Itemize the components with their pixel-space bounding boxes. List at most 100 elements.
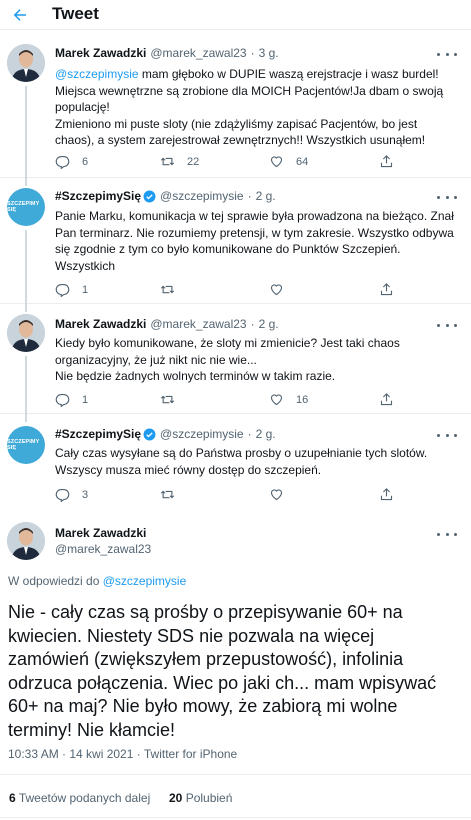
thread-line — [25, 356, 27, 414]
focus-author-name[interactable]: Marek Zawadzki — [55, 526, 146, 540]
tweet-header: #SzczepimySię @szczepimysie · 2 g. — [55, 427, 276, 441]
author-name[interactable]: Marek Zawadzki — [55, 317, 146, 331]
heart-icon — [270, 156, 283, 168]
author-handle[interactable]: @marek_zawal23 — [150, 317, 246, 331]
retweet-button[interactable] — [160, 392, 175, 407]
retweet-icon — [160, 157, 175, 166]
tweet-2[interactable]: SZCZEPIMY SIĘ #SzczepimySię @szczepimysi… — [0, 178, 471, 304]
thread-line — [25, 86, 27, 178]
like-button[interactable] — [269, 487, 284, 502]
avatar[interactable] — [7, 314, 45, 352]
author-name[interactable]: #SzczepimySię — [55, 189, 141, 203]
tweet-time[interactable]: 2 g. — [256, 427, 276, 441]
reply-button[interactable]: 6 — [55, 154, 88, 169]
share-icon — [380, 488, 393, 501]
tweet-text-line2: Nie będzie żadnych wolnych terminów w ta… — [55, 369, 336, 383]
retweet-button[interactable]: 22 — [160, 154, 199, 169]
reply-icon — [55, 283, 70, 297]
author-handle[interactable]: @szczepimysie — [160, 189, 244, 203]
author-handle[interactable]: @marek_zawal23 — [150, 46, 246, 60]
thread-line — [25, 304, 27, 312]
tweet-text: Panie Marku, komunikacja w tej sprawie b… — [55, 209, 454, 273]
more-options-icon[interactable] — [437, 527, 457, 541]
author-name[interactable]: #SzczepimySię — [55, 427, 141, 441]
tweet-time[interactable]: 3 g. — [259, 46, 279, 60]
retweet-button[interactable] — [160, 282, 175, 297]
share-icon — [380, 155, 393, 168]
like-button[interactable] — [269, 282, 284, 297]
separator-dot: · — [250, 46, 255, 60]
avatar[interactable]: SZCZEPIMY SIĘ — [7, 426, 45, 464]
more-options-icon[interactable] — [437, 47, 457, 61]
tweet-1[interactable]: Marek Zawadzki @marek_zawal23 · 3 g. @sz… — [0, 31, 471, 178]
reply-count: 1 — [82, 283, 89, 296]
retweet-count: 22 — [187, 155, 200, 168]
focus-avatar[interactable] — [7, 522, 45, 560]
like-button[interactable]: 16 — [269, 392, 308, 407]
top-bar: Tweet — [0, 0, 471, 30]
heart-icon — [270, 394, 283, 406]
author-handle[interactable]: @szczepimysie — [160, 427, 244, 441]
more-options-icon[interactable] — [437, 190, 457, 204]
reply-button[interactable]: 1 — [55, 392, 88, 407]
tweet-header: Marek Zawadzki @marek_zawal23 · 2 g. — [55, 317, 279, 331]
separator-dot: · — [247, 189, 252, 203]
tweet-actions: 3 — [55, 487, 455, 503]
focus-timestamp[interactable]: 10:33 AM · 14 kwi 2021 · Twitter for iPh… — [8, 747, 237, 761]
verified-badge-icon — [143, 428, 156, 440]
tweet-3[interactable]: Marek Zawadzki @marek_zawal23 · 2 g. Kie… — [0, 304, 471, 414]
retweet-icon — [160, 490, 175, 499]
retweet-button[interactable] — [160, 487, 175, 502]
retweet-icon — [160, 285, 175, 294]
reply-button[interactable]: 1 — [55, 282, 88, 297]
tweet-4[interactable]: SZCZEPIMY SIĘ #SzczepimySię @szczepimysi… — [0, 414, 471, 514]
share-button[interactable] — [379, 392, 394, 407]
more-options-icon[interactable] — [437, 428, 457, 442]
verified-badge-icon — [143, 190, 156, 202]
avatar[interactable]: SZCZEPIMY SIĘ — [7, 188, 45, 226]
share-icon — [380, 393, 393, 406]
reply-icon — [55, 488, 70, 502]
avatar[interactable] — [7, 44, 45, 82]
avatar-logo-text: SZCZEPIMY SIĘ — [7, 201, 40, 213]
tweet-header: #SzczepimySię @szczepimysie · 2 g. — [55, 189, 276, 203]
likes-stat[interactable]: 20 Polubień — [169, 791, 232, 805]
retweets-count: 6 — [9, 791, 16, 805]
replying-prefix: W odpowiedzi do — [8, 574, 103, 588]
replying-to: W odpowiedzi do @szczepimysie — [8, 574, 186, 588]
tweet-time[interactable]: 2 g. — [259, 317, 279, 331]
author-name[interactable]: Marek Zawadzki — [55, 46, 146, 60]
like-count: 64 — [296, 155, 309, 168]
heart-icon — [270, 284, 283, 296]
tweet-text-body: Kiedy było komunikowane, że sloty mi zmi… — [55, 336, 400, 367]
tweet-actions: 6 22 64 — [55, 154, 455, 170]
focus-author-handle[interactable]: @marek_zawal23 — [55, 542, 151, 556]
tweet-time[interactable]: 2 g. — [256, 189, 276, 203]
mention-link[interactable]: @szczepimysie — [55, 67, 139, 81]
retweets-label: Tweetów podanych dalej — [18, 791, 151, 805]
separator-dot: · — [247, 427, 252, 441]
reply-button[interactable]: 3 — [55, 487, 88, 502]
avatar-logo-text: SZCZEPIMY SIĘ — [7, 439, 40, 451]
back-arrow-icon[interactable] — [8, 3, 32, 27]
share-button[interactable] — [379, 282, 394, 297]
retweets-stat[interactable]: 6 Tweetów podanych dalej — [9, 791, 150, 805]
retweet-icon — [160, 395, 175, 404]
thread-line — [25, 414, 27, 422]
tweet-text: @szczepimysie mam głęboko w DUPIE waszą … — [55, 66, 455, 149]
share-icon — [380, 283, 393, 296]
reply-count: 1 — [82, 393, 89, 406]
likes-label: Polubień — [185, 791, 233, 805]
share-button[interactable] — [379, 487, 394, 502]
replying-to-link[interactable]: @szczepimysie — [103, 574, 187, 588]
reply-icon — [55, 393, 70, 407]
tweet-header: Marek Zawadzki @marek_zawal23 · 3 g. — [55, 46, 279, 60]
more-options-icon[interactable] — [437, 318, 457, 332]
like-button[interactable]: 64 — [269, 154, 308, 169]
tweet-text: Kiedy było komunikowane, że sloty mi zmi… — [55, 335, 455, 385]
thread-line — [25, 230, 27, 304]
heart-icon — [270, 489, 283, 501]
thread-line — [25, 178, 27, 186]
engagement-stats: 6 Tweetów podanych dalej 20 Polubień — [0, 774, 471, 818]
share-button[interactable] — [379, 154, 394, 169]
